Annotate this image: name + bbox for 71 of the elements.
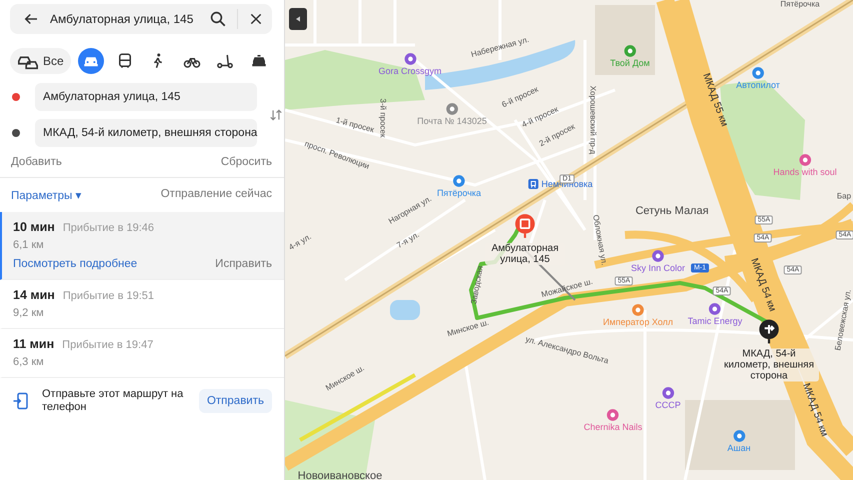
arrival-time: Прибытие в 19:51: [62, 290, 154, 302]
route-duration: 11 мин: [13, 337, 54, 351]
place-icon[interactable]: [403, 52, 417, 66]
place-label[interactable]: Chernika Nails: [584, 422, 642, 432]
swap-arrows-icon[interactable]: [269, 108, 284, 122]
place-icon[interactable]: [732, 429, 746, 443]
route-duration: 14 мин: [13, 288, 55, 302]
details-link[interactable]: Посмотреть подробнее: [13, 258, 138, 270]
place-icon[interactable]: [631, 303, 645, 317]
close-icon[interactable]: [248, 11, 264, 27]
place-label[interactable]: Sky Inn Color: [630, 263, 686, 273]
departure-time-link[interactable]: Отправление сейчас: [160, 188, 272, 202]
place-icon[interactable]: [708, 302, 722, 316]
search-field[interactable]: Амбулаторная улица, 145: [10, 4, 272, 34]
place-icon[interactable]: [651, 249, 665, 263]
place-label[interactable]: Твой Дом: [610, 58, 650, 68]
waypoint-field[interactable]: Амбулаторная улица, 145: [35, 83, 258, 111]
parameters-dropdown[interactable]: Параметры ▾: [11, 188, 82, 202]
triangle-left-icon: [294, 15, 302, 23]
add-link[interactable]: Добавить: [11, 156, 62, 168]
highway-label: МКАД 55 км: [700, 72, 730, 128]
place-icon[interactable]: [798, 153, 812, 167]
place-icon[interactable]: [751, 66, 765, 80]
route-distance: 6,1 км: [13, 239, 45, 251]
street-label: Бар: [836, 192, 852, 200]
highway-label: МКАД 54 км: [748, 256, 778, 314]
all-modes-button[interactable]: Все: [10, 48, 71, 74]
place-icon[interactable]: [623, 44, 637, 58]
street-label: Обложная ул.: [591, 214, 609, 266]
place-icon[interactable]: [452, 174, 466, 188]
route-distance: 9,2 км: [13, 307, 45, 319]
street-label: 1-й просек: [335, 116, 375, 134]
waypoint-field[interactable]: МКАД, 54-й километр, внешняя сторона: [35, 119, 258, 147]
send-to-phone-text: Отправьте этот маршрут на телефон: [42, 388, 184, 414]
place-label[interactable]: Пятёрочка: [436, 188, 482, 198]
district-label: Сетунь Малая: [635, 205, 709, 217]
arrival-time: Прибытие в 19:47: [62, 339, 154, 351]
route-duration: 10 мин: [13, 220, 55, 234]
place-label[interactable]: Почта № 143025: [417, 116, 487, 126]
place-label[interactable]: СССР: [655, 400, 681, 410]
route-option[interactable]: 10 мин Прибытие в 19:46 6,1 км Посмотреть подробнее Исправить: [0, 212, 284, 280]
phone-icon: [12, 392, 30, 410]
search-text: Амбулаторная улица, 145: [50, 12, 194, 26]
place-label[interactable]: Gora Crossgym: [378, 66, 442, 76]
fix-link[interactable]: Исправить: [215, 258, 272, 270]
place-label[interactable]: Автопилот: [736, 80, 780, 90]
street-label: Заводская: [469, 265, 485, 305]
arrival-time: Прибытие в 19:46: [62, 222, 154, 234]
street-label: Хорошевский пр-д: [588, 86, 598, 154]
reset-link[interactable]: Сбросить: [220, 156, 272, 168]
street-label: Пятёрочка: [780, 0, 820, 8]
district-label: Новоивановское: [298, 470, 382, 480]
street-label: 3-й просек: [378, 98, 388, 138]
send-button[interactable]: Отправить: [198, 389, 272, 413]
place-label[interactable]: Tamic Energy: [688, 316, 742, 326]
highway-label: МКАД 54 км: [800, 382, 830, 438]
place-icon[interactable]: [661, 386, 675, 400]
collapse-panel-button[interactable]: [289, 8, 307, 30]
street-label: 7-я ул.: [395, 230, 421, 250]
place-label[interactable]: Ашан: [727, 443, 751, 453]
route-option[interactable]: 14 мин Прибытие в 19:51 9,2 км: [0, 280, 284, 329]
search-icon[interactable]: [209, 10, 227, 28]
street-label: 4-я ул.: [287, 232, 313, 252]
route-distance: 6,3 км: [13, 356, 45, 368]
scooter-icon: [216, 52, 234, 70]
place-label[interactable]: Император Холл: [602, 317, 674, 327]
place-icon[interactable]: [606, 408, 620, 422]
place-label[interactable]: Hands with soul: [773, 167, 837, 177]
street-label: Минское ш.: [446, 318, 490, 338]
route-option[interactable]: 11 мин Прибытие в 19:47 6,3 км: [0, 329, 284, 378]
place-icon[interactable]: [445, 102, 459, 116]
